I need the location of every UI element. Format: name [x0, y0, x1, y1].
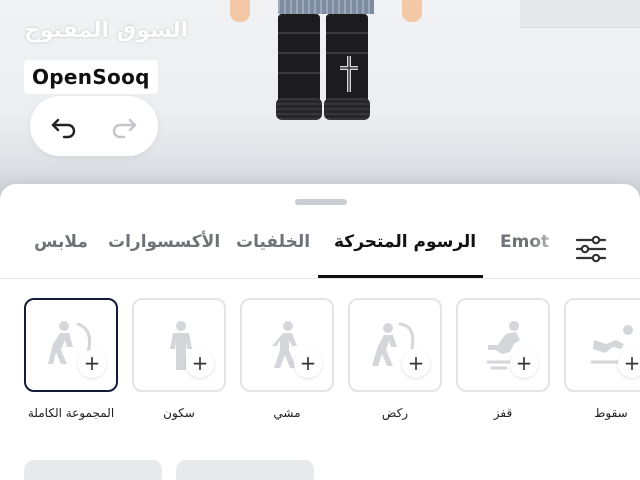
animation-label: قفز [493, 406, 513, 420]
tabs-divider [0, 278, 640, 279]
avatar-preview: السوق المفتوح OpenSooq [0, 0, 640, 200]
animation-card-walk[interactable]: + [240, 298, 334, 392]
item-tile[interactable] [176, 460, 314, 480]
redo-arrow-icon [112, 118, 137, 139]
tab-backgrounds[interactable]: الخلفيات [236, 232, 310, 252]
undo-button[interactable] [48, 110, 80, 142]
background-prop [520, 0, 640, 28]
sliders-icon [575, 235, 607, 263]
avatar-right-hand [402, 0, 422, 22]
customization-sheet: ملابس الأكسسوارات الخلفيات الرسوم المتحر… [0, 184, 640, 480]
tab-accessories[interactable]: الأكسسوارات [108, 232, 220, 252]
undo-redo-pill [30, 96, 158, 156]
undo-arrow-icon [51, 118, 76, 139]
animation-card-fall[interactable]: + [564, 298, 640, 392]
animation-grid: + المجموعة الكاملة + سكون + مشي + ركض + … [0, 298, 640, 428]
animation-label: سقوط [594, 406, 628, 420]
watermark-arabic: السوق المفتوح [24, 18, 189, 43]
item-tile[interactable] [24, 460, 162, 480]
tab-clothing[interactable]: ملابس [34, 232, 88, 252]
add-icon: + [294, 350, 322, 378]
avatar-left-hand [230, 0, 250, 22]
avatar-figure [226, 0, 426, 130]
animation-label: المجموعة الكاملة [27, 406, 115, 420]
add-icon: + [78, 350, 106, 378]
animation-label: مشي [273, 406, 301, 420]
tab-animations[interactable]: الرسوم المتحركة [334, 232, 476, 252]
animation-card-idle[interactable]: + [132, 298, 226, 392]
animation-card-run[interactable]: + [348, 298, 442, 392]
add-icon: + [510, 350, 538, 378]
avatar-shorts [278, 0, 374, 14]
add-icon: + [402, 350, 430, 378]
add-icon: + [186, 350, 214, 378]
category-tabs: ملابس الأكسسوارات الخلفيات الرسوم المتحر… [0, 220, 640, 280]
add-icon: + [618, 350, 640, 378]
sheet-drag-handle[interactable] [295, 199, 347, 205]
redo-button[interactable] [108, 110, 140, 142]
animation-card-jump[interactable]: + [456, 298, 550, 392]
filter-button[interactable] [574, 232, 608, 266]
avatar-left-boot [276, 14, 322, 120]
cross-emblem-icon [340, 56, 358, 92]
animation-label: ركض [381, 406, 409, 420]
avatar-right-boot [324, 14, 370, 120]
watermark-brand: OpenSooq [24, 60, 158, 94]
animation-label: سكون [163, 406, 195, 420]
animation-card-full-pack[interactable]: + [24, 298, 118, 392]
